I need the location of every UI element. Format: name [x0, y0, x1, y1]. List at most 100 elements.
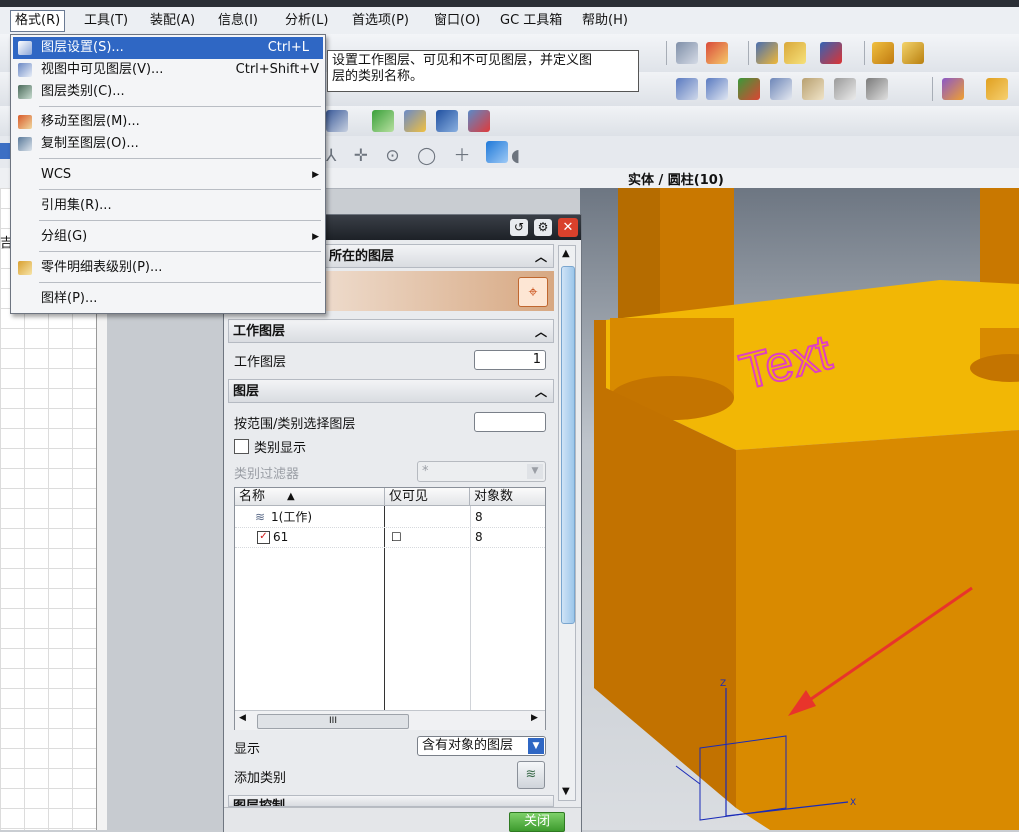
object-count-cell: 8	[475, 510, 483, 524]
menu-information[interactable]: 信息(I)	[214, 11, 262, 31]
menu-item-reference-set[interactable]: 引用集(R)...	[13, 195, 323, 217]
close-button[interactable]: 关闭	[509, 812, 565, 832]
table-row[interactable]: ✓ 61 ☐ 8	[235, 527, 545, 548]
menu-preferences[interactable]: 首选项(P)	[348, 11, 413, 31]
toolbar-separator	[864, 41, 865, 65]
layer-list-table: 名称 ▲ 仅可见 对象数 ≋ 1(工作) 8 ✓ 61 ☐ 8 ◀ III ▶	[234, 487, 546, 730]
close-icon[interactable]: ✕	[558, 218, 578, 237]
coordinate-system-icon[interactable]	[706, 42, 728, 64]
menu-item-label: 移动至图层(M)...	[41, 114, 140, 129]
scroll-up-icon[interactable]: ▲	[562, 248, 570, 259]
collapse-chevron-icon[interactable]: ︿	[535, 320, 547, 344]
sort-ascending-icon: ▲	[287, 491, 295, 502]
select-object-crosshair-icon[interactable]: ⌖	[518, 277, 548, 307]
menu-format[interactable]: 格式(R)	[10, 10, 66, 32]
category-filter-dropdown[interactable]: * ▼	[417, 461, 546, 482]
layer-visible-checkbox[interactable]: ✓	[257, 531, 270, 544]
parts-list-icon	[18, 261, 32, 275]
collapse-chevron-icon[interactable]: ︿	[535, 245, 547, 269]
vertical-scrollbar[interactable]: ▲ ▼	[558, 245, 576, 801]
extend-surface-icon[interactable]	[866, 78, 888, 100]
menu-assembly[interactable]: 装配(A)	[146, 11, 199, 31]
work-layer-label: 工作图层	[234, 355, 287, 370]
category-display-checkbox[interactable]	[234, 439, 249, 454]
scrollbar-thumb[interactable]: III	[257, 714, 409, 729]
section-object-layer-title: 所在的图层	[329, 249, 395, 264]
settings-gear-icon[interactable]: ⚙	[534, 219, 552, 236]
wcs-icon[interactable]	[468, 110, 490, 132]
menu-item-label: 零件明细表级别(P)...	[41, 260, 163, 275]
select-by-range-label: 按范围/类别选择图层	[234, 417, 356, 432]
chevron-down-icon[interactable]: ▼	[527, 464, 543, 479]
scroll-down-icon[interactable]: ▼	[562, 786, 570, 797]
add-category-icon[interactable]: ≋	[517, 761, 545, 789]
menu-item-layer-settings[interactable]: 图层设置(S)... Ctrl+L	[13, 37, 323, 59]
trim-surface-icon[interactable]	[802, 78, 824, 100]
menu-item-shortcut: Ctrl+L	[267, 40, 309, 55]
scroll-left-icon[interactable]: ◀	[239, 713, 246, 723]
menu-item-layer-category[interactable]: 图层类别(C)...	[13, 81, 323, 103]
menu-window[interactable]: 窗口(O)	[430, 11, 484, 31]
offset-surface-icon[interactable]	[770, 78, 792, 100]
check-geometry-icon[interactable]	[372, 110, 394, 132]
ruler-icon[interactable]	[872, 42, 894, 64]
reset-icon[interactable]: ↺	[510, 219, 528, 236]
menu-item-group[interactable]: 分组(G) ▶	[13, 226, 323, 248]
menu-item-visible-layers-in-view[interactable]: 视图中可见图层(V)... Ctrl+Shift+V	[13, 59, 323, 81]
chevron-down-icon[interactable]: ▼	[528, 738, 544, 754]
scrollbar-thumb[interactable]	[561, 266, 575, 624]
blend-surface-icon[interactable]	[834, 78, 856, 100]
section-work-layer-header[interactable]: 工作图层 ︿	[228, 319, 554, 343]
graphics-viewport[interactable]: Text Z X	[580, 188, 1019, 830]
column-header-visible-only[interactable]: 仅可见	[385, 488, 470, 506]
magnifier-icon[interactable]	[784, 42, 806, 64]
edit-object-icon[interactable]	[326, 110, 348, 132]
menu-item-parts-list-levels[interactable]: 零件明细表级别(P)...	[13, 257, 323, 279]
selection-status-text: 实体 / 圆柱(10)	[628, 173, 724, 188]
visible-only-checkbox[interactable]: ☐	[391, 527, 402, 547]
work-layer-input[interactable]: 1	[474, 350, 546, 370]
horizontal-scrollbar[interactable]: ◀ III ▶	[235, 710, 545, 730]
view-direction-icon[interactable]	[820, 42, 842, 64]
assembly-navigator-icon[interactable]	[676, 42, 698, 64]
column-header-name[interactable]: 名称 ▲	[235, 488, 385, 506]
layer-category-icon	[18, 85, 32, 99]
selection-filter-icon[interactable]	[0, 143, 10, 159]
package-icon[interactable]	[986, 78, 1008, 100]
sweep-icon[interactable]	[738, 78, 760, 100]
menu-item-move-to-layer[interactable]: 移动至图层(M)...	[13, 111, 323, 133]
menu-tools[interactable]: 工具(T)	[80, 11, 132, 31]
layer-icon[interactable]	[436, 110, 458, 132]
category-display-label: 类别显示	[254, 441, 307, 456]
menu-separator	[39, 251, 321, 252]
svg-text:Z: Z	[720, 679, 726, 689]
menu-gc-toolbox[interactable]: GC 工具箱	[496, 11, 566, 31]
menu-item-copy-to-layer[interactable]: 复制至图层(O)...	[13, 133, 323, 155]
collapse-chevron-icon[interactable]: ︿	[535, 380, 547, 404]
menu-item-label: 图层设置(S)...	[41, 40, 124, 55]
surface-icon[interactable]	[676, 78, 698, 100]
menu-item-label: 复制至图层(O)...	[41, 136, 139, 151]
display-dropdown[interactable]: 含有对象的图层 ▼	[417, 736, 546, 756]
section-work-layer-title: 工作图层	[233, 324, 286, 339]
protractor-icon[interactable]	[902, 42, 924, 64]
menu-separator	[39, 189, 321, 190]
move-to-layer-icon	[18, 115, 32, 129]
menu-help[interactable]: 帮助(H)	[578, 11, 632, 31]
mesh-surface-icon[interactable]	[706, 78, 728, 100]
section-layers-header[interactable]: 图层 ︿	[228, 379, 554, 403]
menu-item-wcs[interactable]: WCS ▶	[13, 164, 323, 186]
cube-view-icon[interactable]	[486, 141, 508, 163]
table-row[interactable]: ≋ 1(工作) 8	[235, 507, 545, 528]
measure-angle-icon[interactable]	[756, 42, 778, 64]
table-icon[interactable]	[404, 110, 426, 132]
scroll-right-icon[interactable]: ▶	[531, 713, 538, 723]
toolbar-separator	[932, 77, 933, 101]
column-header-object-count[interactable]: 对象数	[470, 488, 545, 506]
menu-item-pattern[interactable]: 图样(P)...	[13, 288, 323, 310]
section-layer-control-header[interactable]: 图层控制	[228, 795, 554, 807]
add-component-icon[interactable]	[942, 78, 964, 100]
format-menu-dropdown: 图层设置(S)... Ctrl+L 视图中可见图层(V)... Ctrl+Shi…	[10, 34, 326, 314]
select-by-range-input[interactable]	[474, 412, 546, 432]
menu-analysis[interactable]: 分析(L)	[281, 11, 332, 31]
